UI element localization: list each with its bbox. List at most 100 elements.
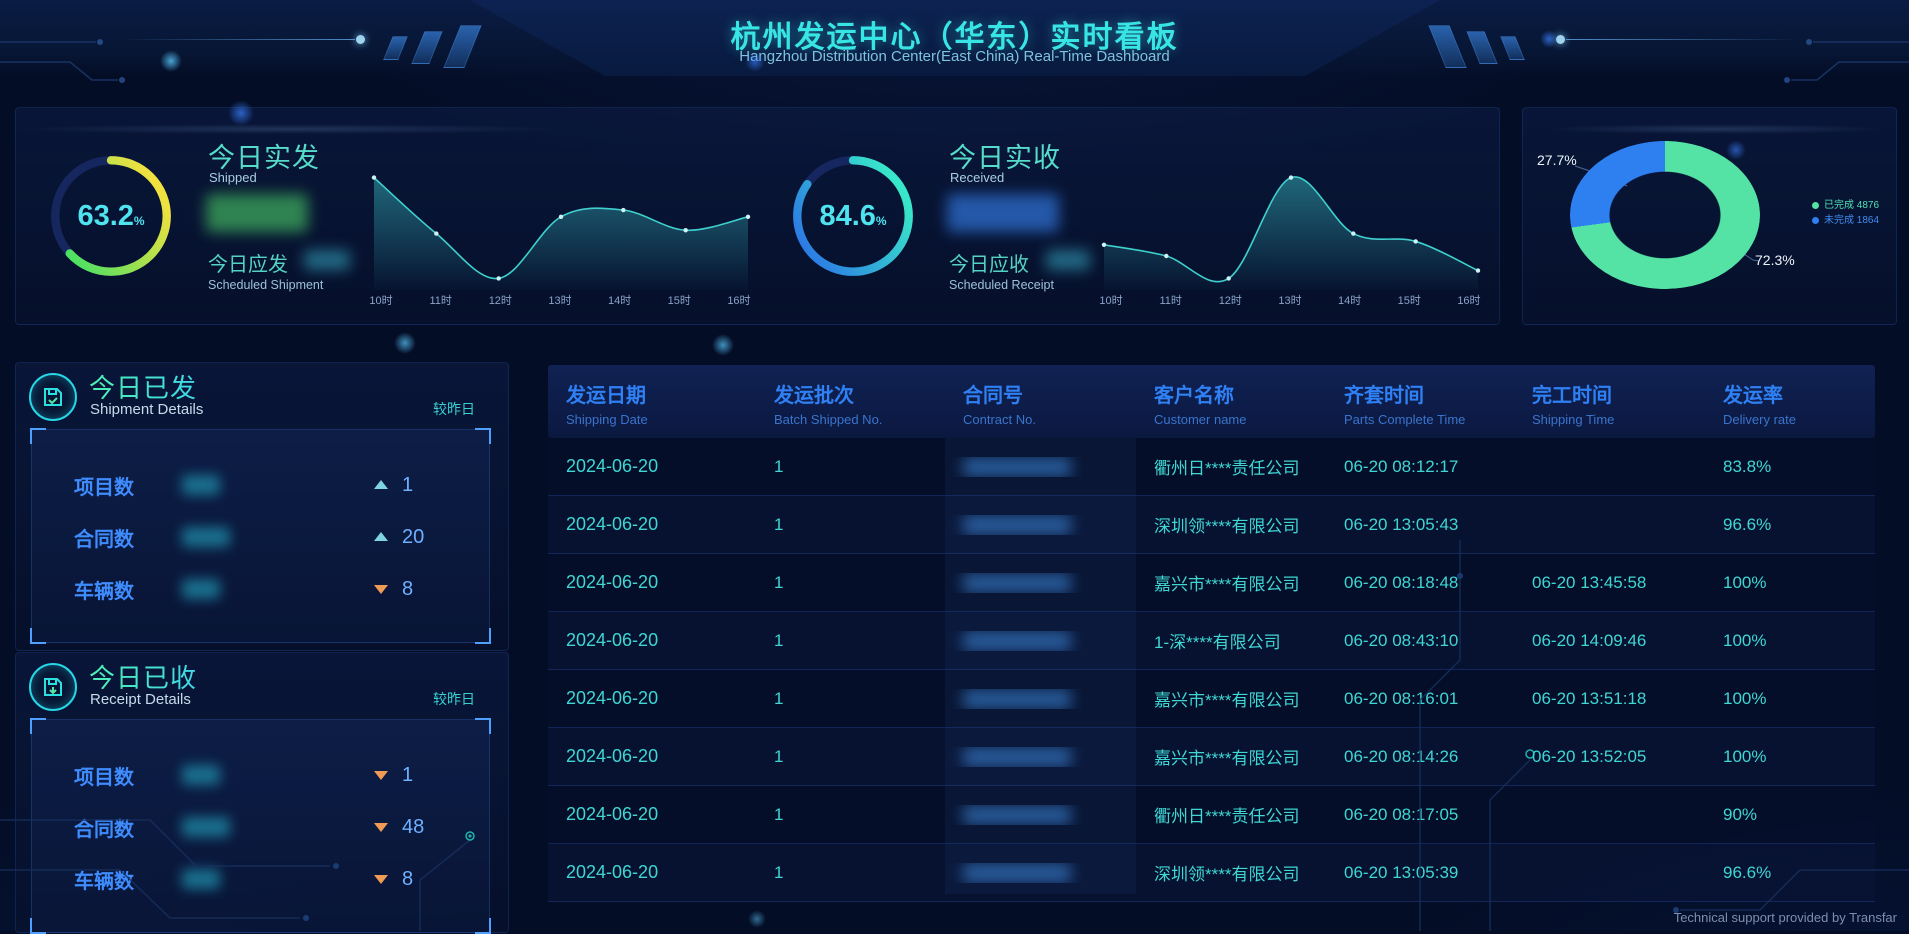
detail-row-项目数: 项目数 1 bbox=[32, 468, 489, 502]
column-header: 发运日期Shipping Date bbox=[548, 365, 756, 438]
column-header-en: Shipping Date bbox=[566, 412, 756, 427]
column-header-en: Delivery rate bbox=[1723, 412, 1875, 427]
table-row: 2024-06-201深圳领****有限公司06-20 13:05:3996.6… bbox=[548, 844, 1875, 902]
detail-delta-value: 1 bbox=[402, 764, 413, 787]
x-axis-tick: 10时 bbox=[1094, 292, 1128, 308]
contract-no-blurred bbox=[963, 863, 1071, 883]
cell-ship-time: 06-20 13:52:05 bbox=[1514, 747, 1705, 767]
up-arrow-icon bbox=[374, 532, 388, 541]
x-axis-tick: 12时 bbox=[483, 292, 517, 308]
x-axis-tick: 16时 bbox=[1452, 292, 1486, 308]
cell-date: 2024-06-20 bbox=[548, 804, 756, 825]
receipt-details-panel: 今日已收 Receipt Details 较昨日 项目数1合同数48车辆数8 bbox=[15, 652, 509, 933]
shipped-value-blurred bbox=[206, 194, 308, 232]
x-axis-tick: 13时 bbox=[1273, 292, 1307, 308]
detail-delta-value: 8 bbox=[402, 868, 413, 891]
cell-customer: 1-深****有限公司 bbox=[1136, 628, 1326, 653]
shipped-percent: 63.2 bbox=[77, 200, 133, 233]
detail-value-blurred bbox=[182, 475, 220, 495]
cell-customer: 衢州日****责任公司 bbox=[1136, 454, 1326, 479]
cell-contract bbox=[945, 515, 1136, 535]
receipt-compare-label: 较昨日 bbox=[433, 689, 475, 709]
column-header-zh: 合同号 bbox=[963, 379, 1136, 408]
shipment-table: 发运日期Shipping Date发运批次Batch Shipped No. 合同… bbox=[548, 365, 1875, 893]
down-arrow-icon bbox=[374, 585, 388, 594]
glow-dot bbox=[394, 332, 416, 354]
down-arrow-icon bbox=[374, 771, 388, 780]
column-header-en: Customer name bbox=[1154, 412, 1326, 427]
detail-label: 合同数 bbox=[74, 813, 134, 842]
detail-row-车辆数: 车辆数 8 bbox=[32, 572, 489, 606]
cell-parts-time: 06-20 08:18:48 bbox=[1326, 573, 1514, 593]
cell-rate: 100% bbox=[1705, 631, 1875, 651]
detail-value-blurred bbox=[182, 817, 230, 837]
cell-parts-time: 06-20 13:05:39 bbox=[1326, 863, 1514, 883]
detail-label: 车辆数 bbox=[74, 575, 134, 604]
contract-no-blurred bbox=[963, 515, 1071, 535]
cell-customer: 嘉兴市****有限公司 bbox=[1136, 686, 1326, 711]
legend-label: 已完成 4876 bbox=[1824, 198, 1879, 213]
scheduled-shipment-label: 今日应发 bbox=[208, 248, 288, 277]
cell-rate: 83.8% bbox=[1705, 457, 1875, 477]
shipped-subtitle: Shipped bbox=[209, 170, 257, 185]
column-header-en: Batch Shipped No. bbox=[774, 412, 945, 427]
cell-rate: 96.6% bbox=[1705, 863, 1875, 883]
cell-customer: 衢州日****责任公司 bbox=[1136, 802, 1326, 827]
overview-panel: 63.2% 今日实发 Shipped 今日应发 Scheduled Shipme… bbox=[15, 107, 1500, 325]
detail-row-车辆数: 车辆数8 bbox=[32, 862, 489, 896]
column-header: 发运批次Batch Shipped No. bbox=[756, 365, 945, 438]
detail-label: 项目数 bbox=[74, 471, 134, 500]
detail-delta-value: 8 bbox=[402, 578, 413, 601]
cell-batch: 1 bbox=[756, 515, 945, 535]
x-axis-tick: 15时 bbox=[1392, 292, 1426, 308]
receipt-details-box: 项目数1合同数48车辆数8 bbox=[31, 719, 490, 933]
x-axis-tick: 12时 bbox=[1213, 292, 1247, 308]
cell-parts-time: 06-20 08:12:17 bbox=[1326, 457, 1514, 477]
detail-delta-value: 20 bbox=[402, 526, 424, 549]
column-header-zh: 发运率 bbox=[1723, 379, 1875, 408]
cell-ship-time: 06-20 13:51:18 bbox=[1514, 689, 1705, 709]
table-row: 2024-06-201嘉兴市****有限公司06-20 08:16:0106-2… bbox=[548, 670, 1875, 728]
received-subtitle: Received bbox=[950, 170, 1004, 185]
column-header: 完工时间Shipping Time bbox=[1514, 365, 1705, 438]
shipment-details-panel: 今日已发 Shipment Details 较昨日 项目数1合同数20车辆数8 bbox=[15, 362, 509, 651]
donut-legend: 已完成 4876未完成 1864 bbox=[1812, 198, 1879, 228]
down-arrow-icon bbox=[374, 875, 388, 884]
contract-no-blurred bbox=[963, 689, 1071, 709]
cell-parts-time: 06-20 08:14:26 bbox=[1326, 747, 1514, 767]
contract-no-blurred bbox=[963, 805, 1071, 825]
column-header: 客户名称Customer name bbox=[1136, 365, 1326, 438]
cell-batch: 1 bbox=[756, 573, 945, 593]
donut-green-slice-label: 72.3% bbox=[1755, 252, 1795, 268]
received-value-blurred bbox=[947, 194, 1059, 232]
detail-delta-value: 1 bbox=[402, 474, 413, 497]
shipment-compare-label: 较昨日 bbox=[433, 399, 475, 419]
column-header-zh: 完工时间 bbox=[1532, 379, 1705, 408]
detail-row-合同数: 合同数20 bbox=[32, 520, 489, 554]
column-header: 发运率 Delivery rate bbox=[1705, 365, 1875, 438]
legend-item-未完成[interactable]: 未完成 1864 bbox=[1812, 213, 1879, 228]
table-row: 2024-06-2011-深****有限公司06-20 08:43:1006-2… bbox=[548, 612, 1875, 670]
shipment-box-icon bbox=[29, 373, 77, 421]
table-row: 2024-06-201衢州日****责任公司06-20 08:12:1783.8… bbox=[548, 438, 1875, 496]
legend-item-已完成[interactable]: 已完成 4876 bbox=[1812, 198, 1879, 213]
cell-batch: 1 bbox=[756, 631, 945, 651]
cell-customer: 嘉兴市****有限公司 bbox=[1136, 744, 1326, 769]
cell-batch: 1 bbox=[756, 457, 945, 477]
detail-row-合同数: 合同数48 bbox=[32, 810, 489, 844]
x-axis-tick: 14时 bbox=[603, 292, 637, 308]
cell-batch: 1 bbox=[756, 863, 945, 883]
cell-contract bbox=[945, 573, 1136, 593]
table-row: 2024-06-201嘉兴市****有限公司06-20 08:14:2606-2… bbox=[548, 728, 1875, 786]
shipment-details-subtitle: Shipment Details bbox=[90, 401, 203, 418]
cell-rate: 100% bbox=[1705, 573, 1875, 593]
cell-date: 2024-06-20 bbox=[548, 630, 756, 651]
cell-batch: 1 bbox=[756, 747, 945, 767]
cell-date: 2024-06-20 bbox=[548, 862, 756, 883]
cell-parts-time: 06-20 08:43:10 bbox=[1326, 631, 1514, 651]
contract-no-blurred bbox=[963, 573, 1071, 593]
x-axis-tick: 16时 bbox=[722, 292, 756, 308]
table-row: 2024-06-201嘉兴市****有限公司06-20 08:18:4806-2… bbox=[548, 554, 1875, 612]
received-gauge: 84.6% bbox=[788, 151, 918, 281]
cell-ship-time: 06-20 13:45:58 bbox=[1514, 573, 1705, 593]
